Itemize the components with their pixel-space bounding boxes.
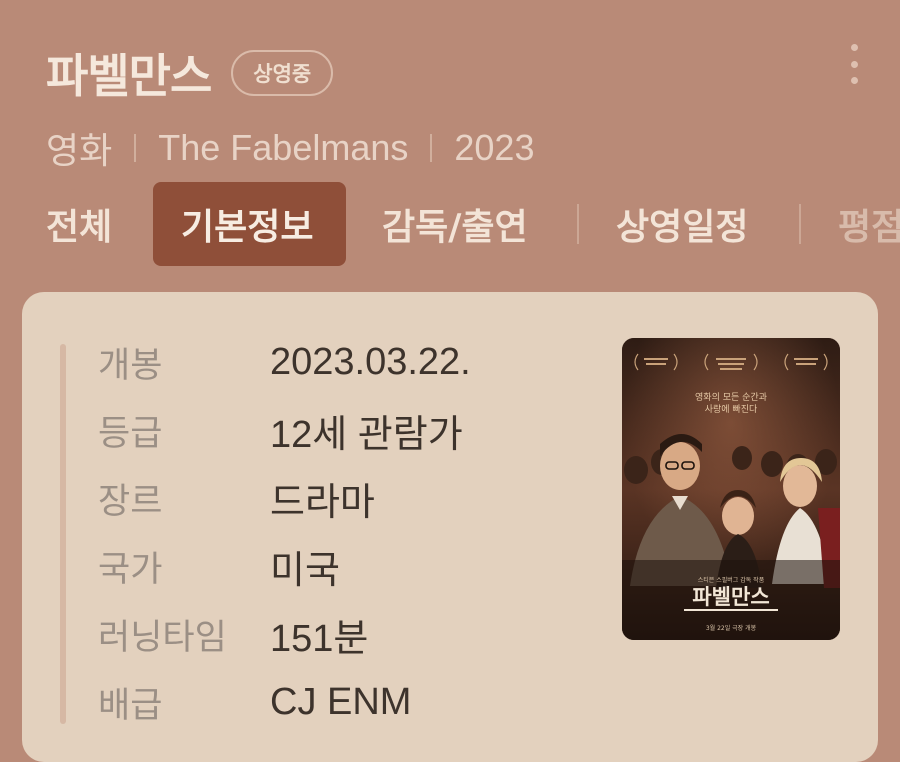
info-value: 미국 bbox=[270, 549, 340, 592]
info-row-distributor: 배급 CJ ENM bbox=[98, 674, 411, 730]
info-row-country: 국가 미국 bbox=[98, 538, 340, 594]
poster-release-note: 3월 22일 극장 개봉 bbox=[706, 624, 757, 632]
info-label: 배급 bbox=[98, 685, 163, 726]
tab-basic-info[interactable]: 기본정보 bbox=[153, 182, 346, 266]
info-label: 국가 bbox=[98, 549, 163, 590]
info-row-runtime: 러닝타임 151분 bbox=[98, 606, 368, 662]
tab-divider bbox=[577, 204, 579, 244]
info-value: 2023.03.22. bbox=[270, 340, 471, 383]
tab-showtimes[interactable]: 상영일정 bbox=[616, 182, 748, 266]
movie-title: 파벨만스 bbox=[46, 49, 212, 103]
title-row: 파벨만스 상영중 bbox=[46, 40, 334, 106]
info-row-genre: 장르 드라마 bbox=[98, 470, 375, 526]
divider bbox=[430, 134, 433, 162]
movie-subinfo: 영화 The Fabelmans 2023 bbox=[46, 122, 534, 174]
original-title: The Fabelmans bbox=[158, 127, 409, 168]
tab-rating[interactable]: 평점 bbox=[838, 182, 900, 266]
poster-tagline-1: 영화의 모든 순간과 bbox=[695, 392, 767, 403]
info-label: 러닝타임 bbox=[98, 617, 227, 658]
movie-poster[interactable]: 영화의 모든 순간과 사랑에 빠진다 스티븐 스필버그 감독 작품 파벨만스 3… bbox=[622, 338, 840, 640]
poster-title: 파벨만스 bbox=[692, 585, 769, 609]
more-options-icon[interactable] bbox=[840, 44, 868, 84]
tab-divider bbox=[799, 204, 801, 244]
tab-bar: 전체 기본정보 감독/출연 상영일정 평점 bbox=[0, 182, 900, 266]
poster-tagline-2: 사랑에 빠진다 bbox=[705, 403, 758, 415]
info-label: 등급 bbox=[98, 413, 163, 454]
info-value: 151분 bbox=[270, 617, 369, 660]
info-value: CJ ENM bbox=[270, 680, 412, 723]
info-value: 12세 관람가 bbox=[270, 413, 463, 456]
release-year: 2023 bbox=[454, 127, 535, 168]
info-label: 장르 bbox=[98, 481, 163, 522]
tab-all[interactable]: 전체 bbox=[46, 182, 112, 266]
info-row-release: 개봉 2023.03.22. bbox=[98, 334, 471, 390]
divider bbox=[134, 134, 137, 162]
info-label: 개봉 bbox=[98, 345, 163, 386]
tab-director-cast[interactable]: 감독/출연 bbox=[382, 182, 528, 266]
accent-bar bbox=[60, 344, 66, 724]
info-value: 드라마 bbox=[270, 481, 375, 524]
basic-info-card: 개봉 2023.03.22. 등급 12세 관람가 장르 드라마 국가 미국 러… bbox=[22, 292, 878, 762]
status-badge: 상영중 bbox=[231, 50, 334, 96]
info-row-rating: 등급 12세 관람가 bbox=[98, 402, 463, 458]
category-label: 영화 bbox=[46, 130, 113, 171]
poster-credit: 스티븐 스필버그 감독 작품 bbox=[698, 576, 765, 584]
